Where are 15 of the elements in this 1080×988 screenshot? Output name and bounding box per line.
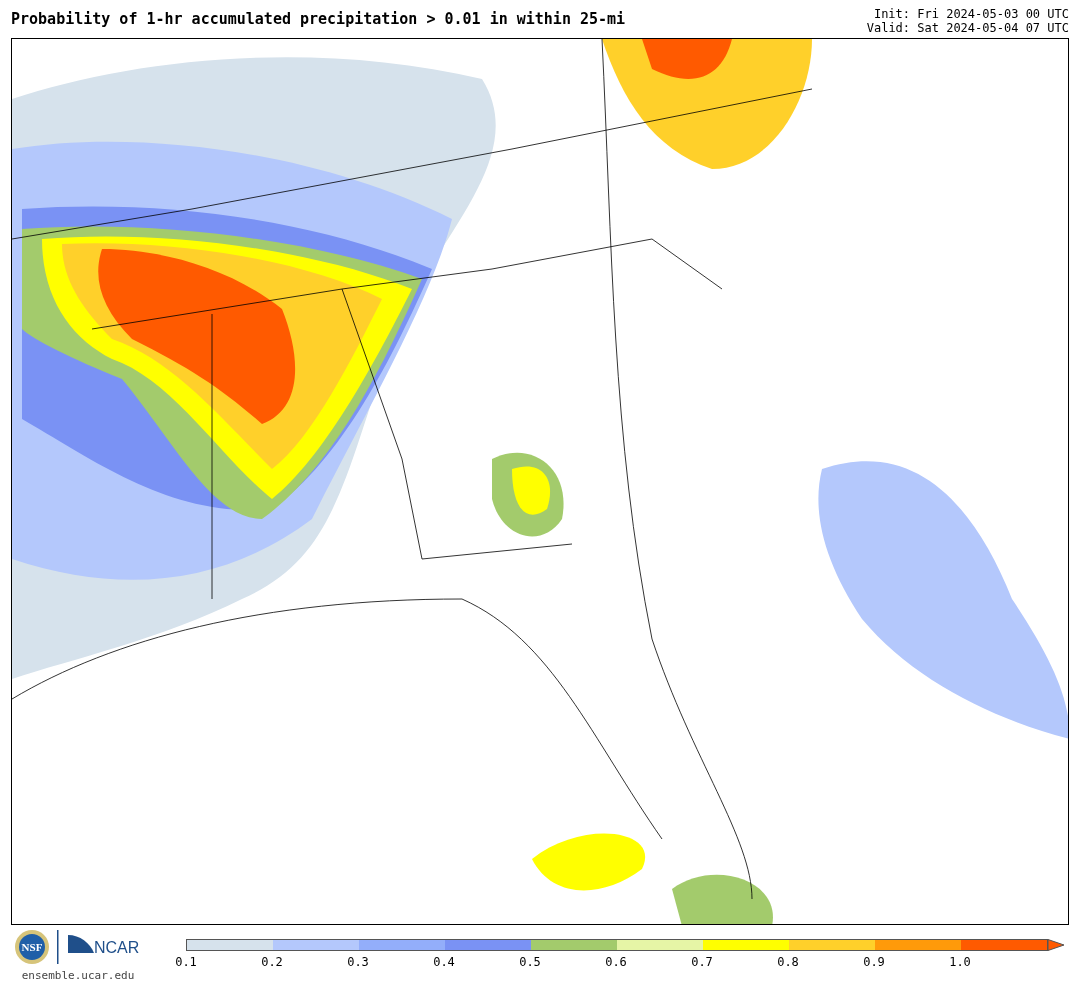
tick-label: 0.8 [777, 954, 799, 971]
valid-time: Valid: Sat 2024-05-04 07 UTC [866, 21, 1069, 35]
tick-label: 0.7 [691, 954, 713, 971]
init-time: Init: Fri 2024-05-03 00 UTC [873, 7, 1069, 21]
tick-label: 0.2 [261, 954, 283, 971]
logo-drawing: NSF NCAR [14, 929, 142, 965]
tick-label: 0.6 [605, 954, 627, 971]
tick-label: 1.0 [949, 954, 971, 971]
tick-label: 0.1 [175, 954, 197, 971]
website-url: ensemble.ucar.edu [21, 968, 135, 984]
tick-label: 0.5 [519, 954, 541, 971]
tick-label: 0.4 [433, 954, 455, 971]
tick-label: 0.9 [863, 954, 885, 971]
chart-title: Probability of 1-hr accumulated precipitation > 0.01 in within 25-mi [11, 12, 626, 27]
tick-label: 0.3 [347, 954, 369, 971]
